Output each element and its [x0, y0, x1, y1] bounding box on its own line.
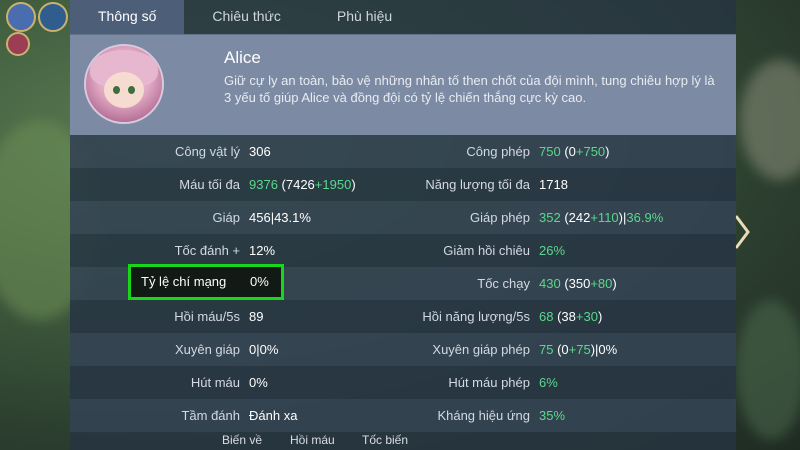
stat-label: Xuyên giáp phép [432, 342, 530, 357]
stat-label: Tốc đánh + [174, 243, 240, 258]
stat-row: Hút máu 0% Hút máu phép 6% [70, 366, 736, 399]
crit-rate-label: Tỷ lệ chí mạng [141, 274, 227, 289]
stat-label: Tầm đánh [181, 408, 240, 423]
stat-label: Tốc chạy [477, 276, 530, 291]
player-avatar-icon[interactable] [6, 2, 36, 32]
stat-label: Giảm hồi chiêu [443, 243, 530, 258]
crit-rate-highlight: Tỷ lệ chí mạng 0% [128, 264, 284, 300]
stat-label: Kháng hiệu ứng [437, 408, 530, 423]
tab-skills[interactable]: Chiêu thức [184, 0, 309, 34]
stat-value: 0% [249, 375, 268, 390]
ally-avatar-icon[interactable] [6, 32, 30, 56]
stat-label: Máu tối đa [179, 177, 240, 192]
stat-row: Máu tối đa 9376 (7426+1950) Năng lượng t… [70, 168, 736, 201]
stat-value: 456|43.1% [249, 210, 311, 225]
stat-row: Xuyên giáp 0|0% Xuyên giáp phép 75 (0+75… [70, 333, 736, 366]
stat-value: 0|0% [249, 342, 279, 357]
hero-name: Alice [224, 48, 261, 67]
stat-value: 306 [249, 144, 271, 159]
stat-label: Công vật lý [174, 144, 240, 159]
heal-button[interactable]: Hồi máu [290, 433, 335, 447]
stat-label: Hút máu [190, 375, 240, 390]
stat-value: 26% [539, 243, 566, 258]
tab-emblems[interactable]: Phù hiệu [309, 0, 420, 34]
ally-avatar-icon[interactable] [38, 2, 68, 32]
flash-button[interactable]: Tốc biến [362, 433, 408, 447]
stat-row: Tầm đánh Đánh xa Kháng hiệu ứng 35% [70, 399, 736, 432]
bottom-hud: Biến về Hồi máu Tốc biến [222, 430, 522, 450]
left-hud [0, 0, 70, 450]
stat-value: 1718 [539, 177, 568, 192]
recall-button[interactable]: Biến về [222, 433, 262, 447]
stat-label: Giáp phép [470, 210, 530, 225]
hero-description: Giữ cự ly an toàn, bảo vệ những nhân tố … [224, 73, 715, 105]
stat-row: Công vật lý 306 Công phép 750 (0+750) [70, 135, 736, 168]
stat-label: Hồi năng lượng/5s [422, 309, 530, 324]
stat-value: 68 (38+30) [539, 309, 603, 324]
stat-value: 89 [249, 309, 264, 324]
stat-label: Hồi máu/5s [174, 309, 240, 324]
stat-row: Giáp 456|43.1% Giáp phép 352 (242+110)|3… [70, 201, 736, 234]
stat-label: Giáp [212, 210, 240, 225]
hero-portrait [84, 44, 164, 124]
stat-label: Hút máu phép [448, 375, 530, 390]
stat-row: Tốc đánh + 12% Giảm hồi chiêu 26% [70, 234, 736, 267]
stat-value: 6% [539, 375, 558, 390]
stat-label: Năng lượng tối đa [425, 177, 530, 192]
stat-value: Đánh xa [249, 408, 298, 423]
tab-stats[interactable]: Thông số [70, 0, 185, 34]
stat-value: 75 (0+75)|0% [539, 342, 618, 357]
stat-value: 12% [249, 243, 276, 258]
stat-value: 750 (0+750) [539, 144, 610, 159]
stat-value: 35% [539, 408, 566, 423]
stat-value: 352 (242+110)|36.9% [539, 210, 664, 225]
right-hud [730, 0, 800, 450]
tab-bar: Thông số Chiêu thức Phù hiệu [70, 0, 736, 34]
stat-label: Xuyên giáp [174, 342, 240, 357]
stat-row: Hồi máu/5s 89 Hồi năng lượng/5s 68 (38+3… [70, 300, 736, 333]
stat-label: Công phép [466, 144, 530, 159]
crit-rate-value: 0% [250, 274, 269, 289]
stat-value: 430 (350+80) [539, 276, 617, 291]
